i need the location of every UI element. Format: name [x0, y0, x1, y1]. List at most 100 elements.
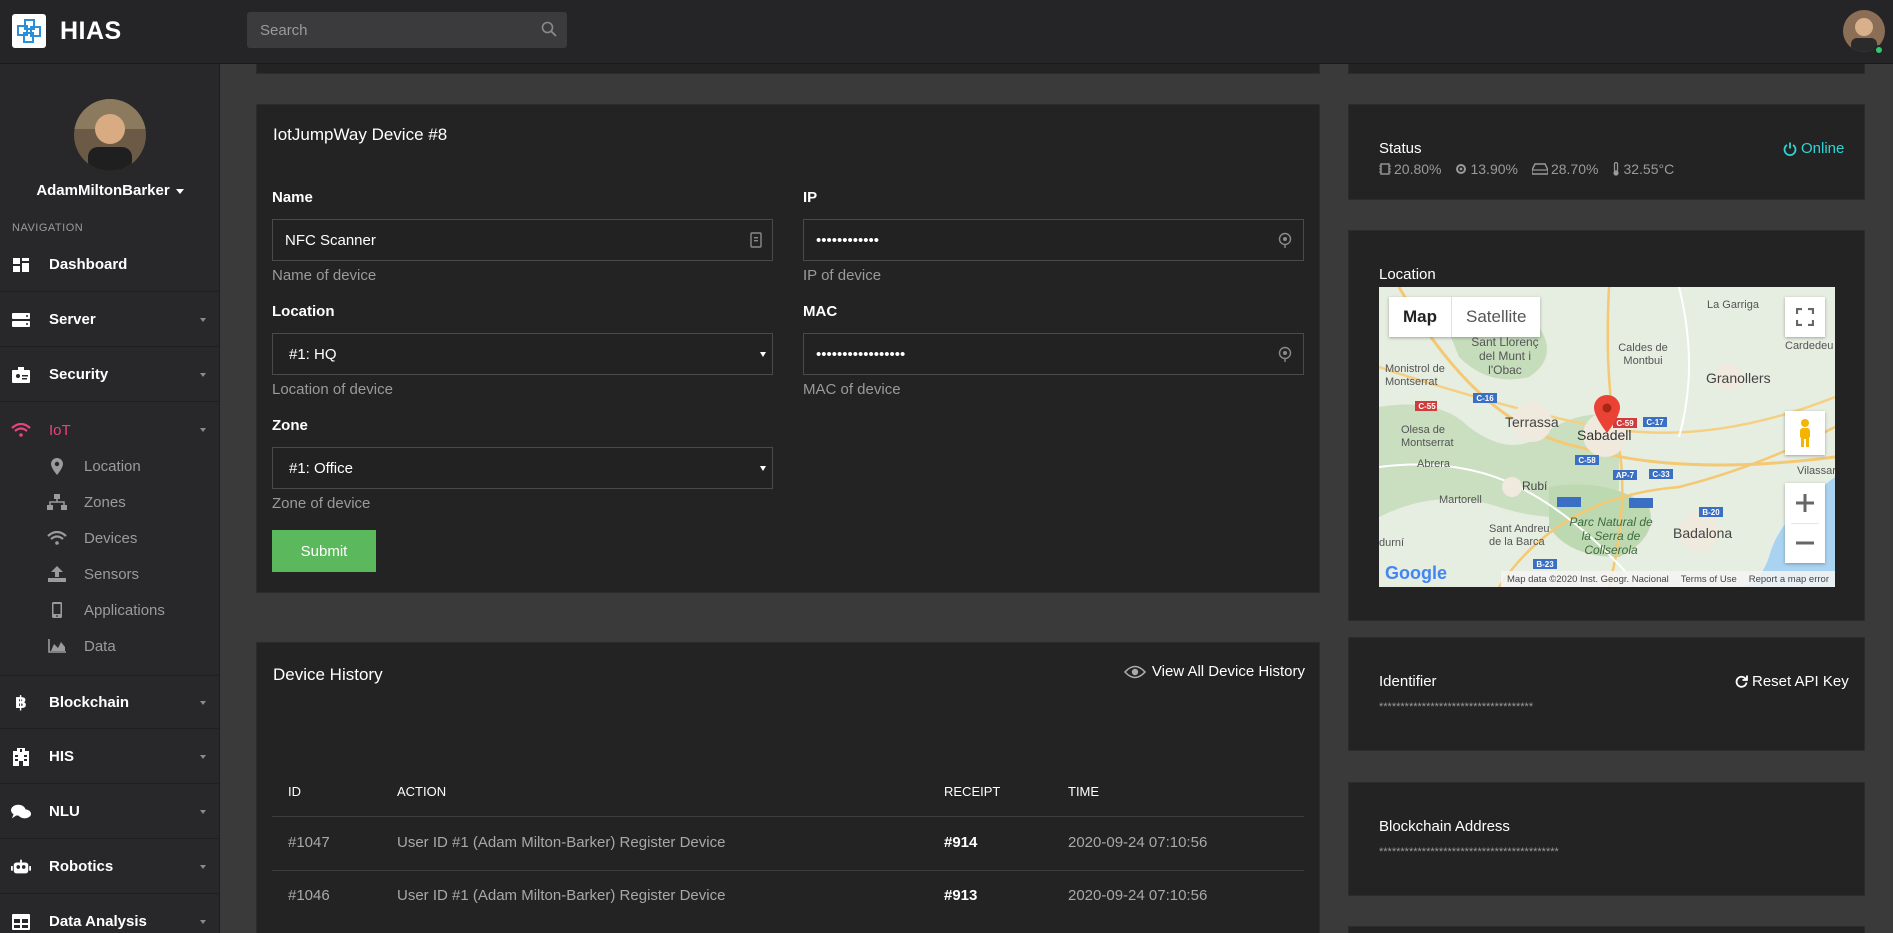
mac-field[interactable]: ••••••••••••••••• [803, 333, 1304, 375]
sidebar-subitem-devices[interactable]: Devices [0, 520, 219, 556]
sidebar-subitem-applications[interactable]: Applications [0, 592, 219, 628]
memory-value: 13.90% [1470, 161, 1518, 177]
upload-icon [46, 566, 68, 582]
chevron-down-icon [200, 920, 206, 924]
sidebar-sub-label: Zones [84, 493, 126, 511]
memory-stat: 13.90% [1455, 161, 1518, 177]
google-logo: Google [1385, 563, 1447, 583]
mac-value: ••••••••••••••••• [816, 345, 906, 363]
row-id: #1047 [288, 834, 330, 851]
map-road-label: C-55 [1418, 402, 1436, 411]
sidebar-item-security[interactable]: Security [0, 348, 219, 402]
reset-api-key-label: Reset API Key [1752, 673, 1849, 690]
submit-button[interactable]: Submit [272, 530, 376, 572]
eye-icon [1123, 665, 1146, 679]
sidebar-subitem-location[interactable]: Location [0, 448, 219, 484]
zone-select[interactable]: #1: Office [272, 447, 773, 489]
robot-icon [11, 859, 31, 875]
sidebar: AdamMiltonBarker NAVIGATION Dashboard Se… [0, 64, 220, 933]
location-label: Location [272, 303, 335, 320]
zoom-in-button[interactable] [1785, 483, 1825, 523]
map-place-label: Terrassa [1505, 414, 1559, 430]
sidebar-label: Security [49, 366, 109, 383]
chevron-down-icon [200, 865, 206, 869]
sidebar-label: NLU [49, 803, 80, 820]
brand[interactable]: HIAS [12, 14, 122, 48]
identifier-value: ************************************ [1379, 701, 1534, 713]
sidebar-item-robotics[interactable]: Robotics [0, 840, 219, 894]
name-field[interactable]: NFC Scanner [272, 219, 773, 261]
map-attribution-bar: Map data ©2020 Inst. Geogr. Nacional Ter… [1501, 571, 1835, 587]
col-action: ACTION [397, 784, 447, 799]
memory-icon [1455, 163, 1470, 175]
network-icon [46, 494, 68, 510]
sidebar-label: Dashboard [49, 256, 128, 273]
device-title: IotJumpWay Device #8 [273, 125, 448, 144]
sidebar-item-blockchain[interactable]: ฿ Blockchain [0, 675, 219, 729]
caret-down-icon [175, 188, 184, 194]
thermometer-icon [1612, 162, 1623, 176]
temperature-stat: 32.55°C [1612, 161, 1674, 177]
sidebar-label: Server [49, 311, 96, 328]
name-value: NFC Scanner [285, 231, 376, 249]
row-receipt[interactable]: #913 [944, 887, 977, 904]
sidebar-item-his[interactable]: HIS [0, 730, 219, 784]
bottom-partial-card [1348, 926, 1865, 933]
mac-label: MAC [803, 303, 838, 320]
chevron-down-icon [200, 810, 206, 814]
ip-field[interactable]: •••••••••••• [803, 219, 1304, 261]
zone-label: Zone [272, 417, 308, 434]
col-time: TIME [1068, 784, 1100, 799]
sidebar-subitem-data[interactable]: Data [0, 628, 219, 664]
sidebar-subitem-sensors[interactable]: Sensors [0, 556, 219, 592]
zoom-out-button[interactable] [1785, 523, 1825, 563]
profile-avatar[interactable] [74, 99, 146, 171]
map-type-control: Map Satellite [1389, 297, 1541, 337]
status-stats: 20.80% 13.90% 28.70% 32.55°C [1379, 161, 1688, 177]
map-place-label: Abrera [1417, 458, 1451, 470]
row-time: 2020-09-24 07:10:56 [1068, 887, 1208, 904]
map-place-label: Sant Andreu de la Barca [1489, 523, 1550, 548]
sidebar-item-data-analysis[interactable]: Data Analysis [0, 895, 219, 933]
satellite-tab[interactable]: Satellite [1452, 297, 1540, 337]
caret-down-icon [760, 352, 766, 357]
location-select[interactable]: #1: HQ [272, 333, 773, 375]
row-receipt[interactable]: #914 [944, 834, 977, 851]
search-box [247, 12, 567, 48]
wifi-icon [11, 423, 31, 437]
search-icon[interactable] [541, 21, 557, 42]
terms-link[interactable]: Terms of Use [1681, 574, 1737, 585]
map-place-label: Martorell [1439, 494, 1482, 506]
blockchain-card [1348, 782, 1865, 896]
profile-username[interactable]: AdamMiltonBarker [0, 182, 219, 199]
map[interactable]: Terrassa Sabadell Granollers Badalona Ru… [1379, 287, 1835, 587]
mobile-icon [46, 602, 68, 618]
report-map-error-link[interactable]: Report a map error [1749, 574, 1829, 585]
zone-selected: #1: Office [289, 459, 353, 477]
sidebar-item-server[interactable]: Server [0, 293, 219, 347]
disk-stat: 28.70% [1531, 161, 1598, 177]
view-all-history-link[interactable]: View All Device History [1123, 663, 1305, 680]
map-marker-icon[interactable] [1594, 395, 1620, 438]
row-action: User ID #1 (Adam Milton-Barker) Register… [397, 834, 726, 851]
map-road-label: C-17 [1646, 418, 1664, 427]
sidebar-subitem-zones[interactable]: Zones [0, 484, 219, 520]
col-id: ID [288, 784, 301, 799]
blockchain-value: ****************************************… [1379, 846, 1559, 858]
location-target-icon [1277, 346, 1293, 366]
sidebar-sub-label: Location [84, 457, 141, 475]
map-place-label: Sant Llorenç del Munt i l'Obac [1471, 335, 1539, 377]
server-icon [11, 312, 31, 327]
street-view-button[interactable] [1785, 411, 1825, 455]
status-label: Status [1379, 140, 1422, 157]
sidebar-item-dashboard[interactable]: Dashboard [0, 238, 219, 292]
refresh-icon [1735, 675, 1748, 688]
reset-api-key-button[interactable]: Reset API Key [1735, 673, 1849, 690]
ip-label: IP [803, 189, 818, 206]
online-status-dot [1874, 45, 1884, 55]
sidebar-item-nlu[interactable]: NLU [0, 785, 219, 839]
search-input[interactable] [247, 12, 567, 48]
fullscreen-button[interactable] [1785, 297, 1825, 337]
chat-icon [11, 804, 31, 820]
map-tab[interactable]: Map [1389, 297, 1452, 337]
